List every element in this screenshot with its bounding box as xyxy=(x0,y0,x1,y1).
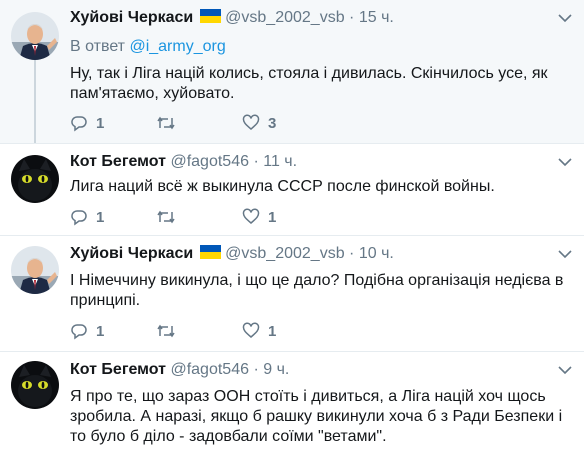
tweet[interactable]: Кот Бегемот @fagot546 · 11 ч. Лига наций… xyxy=(0,144,584,236)
tweet-actions: 1 3 xyxy=(70,114,328,132)
user-handle[interactable]: @fagot546 xyxy=(170,153,249,170)
tweet-header: Кот Бегемот @fagot546 · 9 ч. xyxy=(70,360,544,380)
reply-icon xyxy=(71,116,87,132)
retweet-button[interactable] xyxy=(156,208,242,226)
like-count: 3 xyxy=(268,114,277,132)
reply-button[interactable]: 1 xyxy=(70,208,156,226)
avatar[interactable] xyxy=(11,246,59,294)
separator: · xyxy=(253,361,259,378)
heart-icon xyxy=(242,114,260,130)
reply-count: 1 xyxy=(96,114,105,132)
tweet[interactable]: Кот Бегемот @fagot546 · 9 ч. Я про те, щ… xyxy=(0,352,584,453)
avatar[interactable] xyxy=(11,361,59,409)
ukraine-flag-icon xyxy=(199,245,221,259)
display-name[interactable]: Хуйові Черкаси xyxy=(70,9,193,26)
reply-context: В ответ @i_army_org xyxy=(70,38,226,56)
retweet-icon xyxy=(157,210,175,224)
retweet-icon xyxy=(157,116,175,130)
tweet-text: І Німеччину викинула, і що це дало? Поді… xyxy=(70,272,564,309)
thread-line xyxy=(34,60,36,143)
chevron-down-icon[interactable] xyxy=(558,246,572,264)
tweet-actions: 1 1 xyxy=(70,208,328,226)
retweet-icon xyxy=(157,324,175,338)
display-name[interactable]: Кот Бегемот xyxy=(70,361,166,378)
avatar[interactable] xyxy=(11,155,59,203)
heart-icon xyxy=(242,322,260,338)
separator: · xyxy=(253,153,259,170)
like-button[interactable]: 1 xyxy=(242,322,328,340)
timestamp[interactable]: 11 ч. xyxy=(263,153,297,170)
reply-button[interactable]: 1 xyxy=(70,114,156,132)
reply-count: 1 xyxy=(96,208,105,226)
tweet-actions: 1 1 xyxy=(70,322,328,340)
tweet-text: Я про те, що зараз ООН стоїть і дивиться… xyxy=(70,388,563,445)
reply-icon xyxy=(71,210,87,226)
separator: · xyxy=(349,9,355,26)
tweet-header: Хуйові Черкаси @vsb_2002_vsb · 10 ч. xyxy=(70,244,544,264)
tweet-text: Ну, так і Ліга націй колись, стояла і ди… xyxy=(70,65,548,102)
separator: · xyxy=(349,245,355,262)
reply-icon xyxy=(71,324,87,340)
reply-button[interactable]: 1 xyxy=(70,322,156,340)
tweet-text: Лига наций всё ж выкинула СССР после фин… xyxy=(70,178,495,195)
user-handle[interactable]: @vsb_2002_vsb xyxy=(225,245,344,262)
tweet-header: Кот Бегемот @fagot546 · 11 ч. xyxy=(70,152,544,172)
like-count: 1 xyxy=(268,208,277,226)
like-button[interactable]: 3 xyxy=(242,114,328,132)
reply-to-link[interactable]: @i_army_org xyxy=(129,38,225,55)
heart-icon xyxy=(242,208,260,224)
tweet[interactable]: Хуйові Черкаси @vsb_2002_vsb · 10 ч. І Н… xyxy=(0,236,584,352)
tweet-header: Хуйові Черкаси @vsb_2002_vsb · 15 ч. xyxy=(70,8,544,28)
user-handle[interactable]: @fagot546 xyxy=(170,361,249,378)
ukraine-flag-icon xyxy=(199,9,221,23)
like-count: 1 xyxy=(268,322,277,340)
timestamp[interactable]: 15 ч. xyxy=(359,9,394,26)
chevron-down-icon[interactable] xyxy=(558,10,572,28)
retweet-button[interactable] xyxy=(156,322,242,340)
timestamp[interactable]: 9 ч. xyxy=(263,361,289,378)
reply-count: 1 xyxy=(96,322,105,340)
reply-prefix: В ответ xyxy=(70,38,130,55)
user-handle[interactable]: @vsb_2002_vsb xyxy=(225,9,344,26)
display-name[interactable]: Хуйові Черкаси xyxy=(70,245,193,262)
tweet[interactable]: Хуйові Черкаси @vsb_2002_vsb · 15 ч. В о… xyxy=(0,0,584,144)
like-button[interactable]: 1 xyxy=(242,208,328,226)
chevron-down-icon[interactable] xyxy=(558,154,572,172)
chevron-down-icon[interactable] xyxy=(558,362,572,380)
avatar[interactable] xyxy=(11,12,59,60)
retweet-button[interactable] xyxy=(156,114,242,132)
display-name[interactable]: Кот Бегемот xyxy=(70,153,166,170)
timestamp[interactable]: 10 ч. xyxy=(359,245,394,262)
